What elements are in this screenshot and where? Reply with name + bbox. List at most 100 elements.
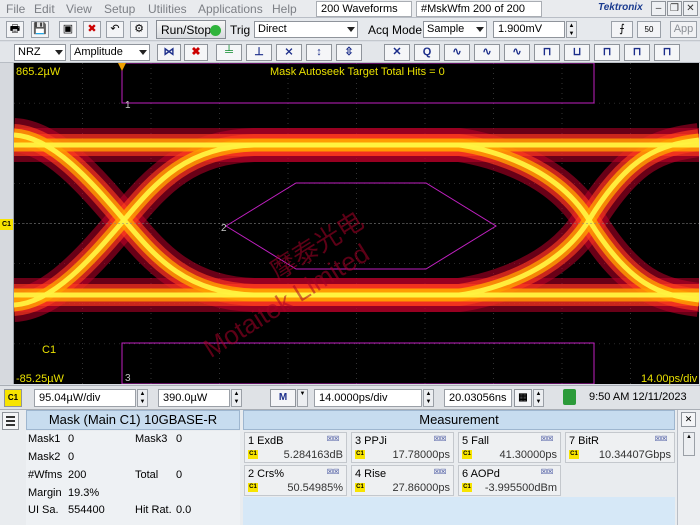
pulse-width-icon[interactable]: ⊓ [534, 44, 560, 61]
acq-mode-label: Acq Mode [368, 23, 423, 37]
vertical-scale-bottom: -85.25µW [16, 373, 64, 385]
ui-samples-label: UI Sa. [28, 504, 59, 516]
histogram-icon[interactable]: ╧ [216, 44, 242, 61]
measurement-cell[interactable]: 7 BitR ☒☒ C1 10.34407Gbps [565, 432, 675, 463]
frequency-icon[interactable]: ⊓ [594, 44, 620, 61]
measurement-value: -3.995500dBm [484, 482, 557, 494]
menu-utilities[interactable]: Utilities [148, 2, 187, 16]
measurement-cell[interactable]: 6 AOPd ☒☒ C1 -3.995500dBm [458, 465, 561, 496]
undo-icon[interactable]: ↶ [106, 21, 124, 38]
mask-region-label: 3 [125, 373, 131, 384]
mask3-label: Mask3 [135, 433, 168, 445]
one-level-icon[interactable]: ⊥ [246, 44, 272, 61]
clear-measurements-icon[interactable]: ✖ [184, 44, 208, 61]
measurement-stats-icon[interactable]: ☒☒ [538, 468, 556, 477]
horizontal-position-input[interactable]: 20.03056ns [444, 389, 512, 407]
close-icon[interactable]: ✕ [683, 1, 698, 16]
menu-help[interactable]: Help [272, 2, 297, 16]
channel-tag: C1 [248, 450, 258, 459]
autoset-icon[interactable]: ▣ [59, 21, 77, 38]
default-setup-icon[interactable]: ⚙ [130, 21, 148, 38]
vertical-offset-input[interactable]: 390.0µW [158, 389, 230, 407]
measurement-panel-header[interactable]: Measurement [243, 410, 675, 430]
channel-marker[interactable]: C1 [0, 219, 13, 230]
vertical-offset-spinner[interactable]: ▲ ▼ [231, 389, 242, 407]
acq-mode-select[interactable]: Sample [423, 21, 487, 38]
mask-panel-header[interactable]: Mask (Main C1) 10GBASE-R [26, 410, 240, 430]
horizontal-position-spinner[interactable]: ▲ ▼ [533, 389, 544, 407]
channel-select-button[interactable]: C1 [4, 389, 22, 407]
run-stop-label: Run/Stop [161, 23, 212, 37]
timebase-dropdown[interactable]: ▼ [297, 389, 308, 407]
q-factor-icon[interactable]: Q [414, 44, 440, 61]
menu-list-icon[interactable] [2, 412, 19, 430]
crossing-percent-icon[interactable]: ✕ [384, 44, 410, 61]
trigger-slope-icon[interactable]: ⨍ [611, 21, 633, 38]
menu-applications[interactable]: Applications [198, 2, 263, 16]
minimize-icon[interactable]: – [651, 1, 666, 16]
trigger-source-select[interactable]: Direct [254, 21, 358, 38]
bit-rate-icon[interactable]: ⊓ [654, 44, 680, 61]
rise-time-icon[interactable]: ∿ [444, 44, 470, 61]
measurement-label: 5 Fall [462, 435, 489, 447]
app-button[interactable]: App [670, 21, 697, 38]
measurement-stats-icon[interactable]: ☒☒ [431, 468, 449, 477]
vertical-scale-top: 865.2µW [16, 66, 61, 78]
measurement-value: 5.284163dB [283, 449, 343, 461]
measurement-cell[interactable]: 4 Rise ☒☒ C1 27.86000ps [351, 465, 454, 496]
vertical-scale-spinner[interactable]: ▲ ▼ [137, 389, 148, 407]
threshold-input[interactable]: 1.900mV [493, 21, 565, 38]
total-value: 0 [176, 469, 183, 481]
duty-cycle-icon[interactable]: ⊓ [624, 44, 650, 61]
time-scale-input[interactable]: 14.0000ps/div [314, 389, 422, 407]
menu-file[interactable]: File [6, 2, 25, 16]
eye-crossing-icon[interactable]: ⨯ [276, 44, 302, 61]
clear-data-icon[interactable]: ✖ [83, 21, 101, 38]
measurement-category-select[interactable]: Amplitude [70, 44, 150, 61]
time-scale-spinner[interactable]: ▲ ▼ [423, 389, 434, 407]
measurement-stats-icon[interactable]: ☒☒ [538, 435, 556, 444]
main-toolbar: 🖶 💾 ▣ ✖ ↶ ⚙ Run/Stop Trig Direct Acq Mod… [0, 18, 700, 41]
measurement-cell[interactable]: 5 Fall ☒☒ C1 41.30000ps [458, 432, 561, 463]
menu-view[interactable]: View [66, 2, 92, 16]
print-icon[interactable]: 🖶 [6, 21, 24, 38]
measurement-cell[interactable]: 1 ExdB ☒☒ C1 5.284163dB [244, 432, 347, 463]
eye-pattern-icon[interactable]: ⋈ [157, 44, 181, 61]
channel-tag: C1 [569, 450, 579, 459]
eye-height-icon[interactable]: ↕ [306, 44, 332, 61]
vertical-scale-input[interactable]: 95.04µW/div [34, 389, 136, 407]
run-stop-button[interactable]: Run/Stop [156, 20, 226, 39]
measurement-stats-icon[interactable]: ☒☒ [324, 435, 342, 444]
date-time: 9:50 AM 12/11/2023 [589, 391, 687, 403]
jitter-icon[interactable]: ∿ [504, 44, 530, 61]
menu-edit[interactable]: Edit [34, 2, 55, 16]
measurement-stats-icon[interactable]: ☒☒ [431, 435, 449, 444]
trigger-status-icon [563, 389, 576, 405]
menu-setup[interactable]: Setup [104, 2, 135, 16]
measurement-cell[interactable]: 2 Crs% ☒☒ C1 50.54985% [244, 465, 347, 496]
extinction-ratio-icon[interactable]: ⇳ [336, 44, 362, 61]
mask1-label: Mask1 [28, 433, 61, 445]
main-timebase-button[interactable]: M [270, 389, 296, 407]
measurement-stats-icon[interactable]: ☒☒ [324, 468, 342, 477]
measurement-stats-icon[interactable]: ☒☒ [652, 435, 670, 444]
period-icon[interactable]: ⊔ [564, 44, 590, 61]
time-scale-readout: 14.00ps/div [641, 373, 698, 385]
measurement-value: 10.34407Gbps [598, 449, 671, 461]
threshold-spinner[interactable]: ▲ ▼ [566, 21, 577, 38]
measurement-value: 27.86000ps [392, 482, 451, 494]
fall-time-icon[interactable]: ∿ [474, 44, 500, 61]
save-icon[interactable]: 💾 [31, 21, 49, 38]
measurement-cell[interactable]: 3 PPJi ☒☒ C1 17.78000ps [351, 432, 454, 463]
mask-waveform-count-display: #MskWfm 200 of 200 [416, 1, 542, 17]
restore-icon[interactable]: ❐ [667, 1, 682, 16]
signal-type-select[interactable]: NRZ [14, 44, 66, 61]
fifty-ohm-button[interactable]: 50 [637, 21, 661, 38]
measurement-category-value: Amplitude [74, 46, 123, 58]
delay-icon[interactable]: ▦ [514, 389, 532, 407]
right-rail [677, 410, 700, 525]
scroll-up-icon[interactable]: ▲ [683, 432, 695, 456]
channel-tag: C1 [462, 450, 472, 459]
close-panel-icon[interactable]: ✕ [681, 412, 696, 427]
chevron-down-icon [139, 50, 147, 55]
